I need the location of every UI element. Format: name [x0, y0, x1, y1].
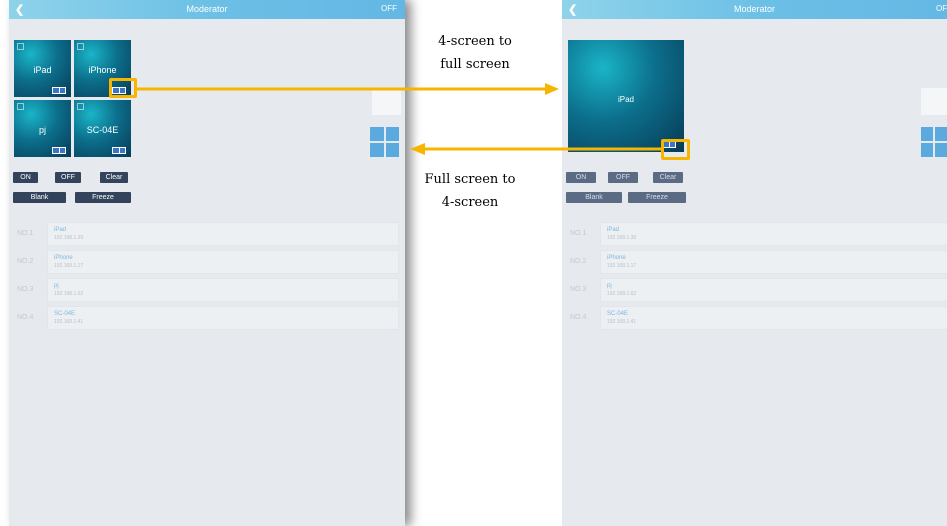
annotation-to-full: 4-screen to full screen — [425, 34, 525, 72]
arrow-right-head — [545, 83, 559, 95]
annotation-line: Full screen to — [424, 172, 516, 187]
annotation-to-four: Full screen to 4-screen — [420, 172, 520, 210]
annotation-arrows — [137, 83, 662, 155]
annotation-line: full screen — [440, 57, 510, 72]
arrow-left-head — [410, 143, 425, 155]
annotation-line: 4-screen to — [438, 34, 512, 49]
annotation-line: 4-screen — [441, 195, 499, 210]
